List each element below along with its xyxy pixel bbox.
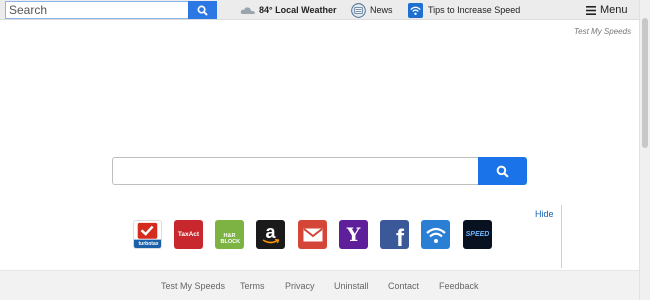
- shortcut-hr-block[interactable]: H&R BLOCK: [215, 220, 244, 249]
- toolbar-search-input[interactable]: [5, 1, 189, 19]
- weather-label: 84° Local Weather: [259, 5, 337, 15]
- news-icon: [351, 2, 366, 18]
- scrollbar-thumb[interactable]: [642, 18, 648, 148]
- yahoo-icon: Y: [346, 223, 361, 246]
- cloud-icon: [240, 7, 255, 14]
- hr-block-icon: H&R BLOCK: [220, 233, 241, 245]
- shortcut-facebook[interactable]: f: [380, 220, 409, 249]
- toolbar-search-button[interactable]: [188, 1, 217, 19]
- tips-link[interactable]: Tips to Increase Speed: [408, 0, 520, 20]
- divider: [561, 205, 562, 268]
- speed-icon: SPEED: [465, 231, 490, 238]
- menu-label: Menu: [600, 4, 628, 16]
- brand-logo: Test My Speeds: [574, 27, 632, 36]
- weather-link[interactable]: 84° Local Weather: [240, 0, 336, 20]
- footer-link-contact[interactable]: Contact: [388, 281, 419, 291]
- amazon-smile: [262, 239, 280, 244]
- shortcut-taxact[interactable]: TaxAct: [174, 220, 203, 249]
- hide-shortcuts-link[interactable]: Hide: [535, 209, 554, 219]
- main-search-input[interactable]: [112, 157, 480, 185]
- shortcut-gmail[interactable]: [298, 220, 327, 249]
- shortcut-turbotax[interactable]: turbotax: [133, 220, 162, 249]
- gmail-icon: [302, 227, 323, 241]
- shortcut-yahoo[interactable]: Y: [339, 220, 368, 249]
- wifi-icon: [408, 2, 423, 18]
- top-toolbar: 84° Local Weather News Tips to Increase …: [0, 0, 639, 20]
- footer-link-feedback[interactable]: Feedback: [439, 281, 479, 291]
- footer-link-uninstall[interactable]: Uninstall: [334, 281, 369, 291]
- vertical-scrollbar[interactable]: [639, 0, 650, 300]
- shortcut-speed[interactable]: SPEED: [463, 220, 492, 249]
- wifi-icon: [425, 227, 446, 243]
- footer: Test My Speeds Terms Privacy Uninstall C…: [0, 270, 639, 300]
- footer-link-privacy[interactable]: Privacy: [285, 281, 315, 291]
- news-link[interactable]: News: [351, 0, 393, 20]
- news-label: News: [370, 5, 393, 15]
- footer-link-terms[interactable]: Terms: [240, 281, 265, 291]
- footer-link-test-my-speeds[interactable]: Test My Speeds: [161, 281, 225, 291]
- main-search-button[interactable]: [478, 157, 527, 185]
- shortcut-wifi[interactable]: [421, 220, 450, 249]
- hamburger-icon: [586, 5, 596, 15]
- search-icon: [197, 5, 208, 16]
- menu-button[interactable]: Menu: [586, 0, 628, 20]
- tips-label: Tips to Increase Speed: [428, 5, 521, 15]
- facebook-icon: f: [396, 225, 404, 250]
- turbotax-text: turbotax: [138, 241, 159, 247]
- taxact-icon: TaxAct: [177, 231, 200, 238]
- shortcut-amazon[interactable]: a: [256, 220, 285, 249]
- search-icon: [496, 165, 509, 178]
